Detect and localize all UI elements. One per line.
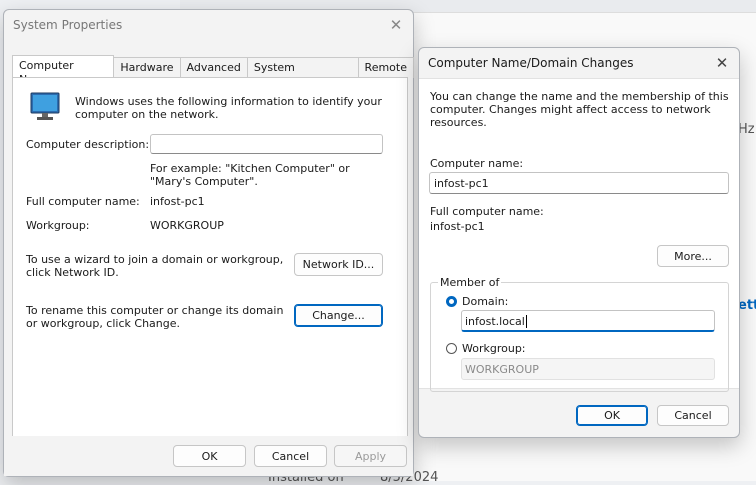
window-title: System Properties — [13, 18, 123, 32]
apply-button: Apply — [334, 445, 407, 467]
workgroup-label: Workgroup: — [462, 342, 526, 355]
rename-text: To rename this computer or change its do… — [26, 304, 284, 330]
tab-system-protection[interactable]: System Protection — [246, 57, 359, 88]
background-hz-text: Hz — [738, 122, 755, 137]
full-name-label: Full computer name: — [26, 195, 140, 208]
domain-input[interactable]: infost.local — [461, 310, 715, 332]
workgroup-label: Workgroup: — [26, 219, 90, 232]
close-button[interactable]: ✕ — [385, 14, 407, 36]
ok-button[interactable]: OK — [576, 405, 648, 426]
wizard-text: To use a wizard to join a domain or work… — [26, 253, 284, 279]
tab-advanced[interactable]: Advanced — [179, 57, 248, 78]
dialog-footer: OK Cancel Apply — [4, 436, 413, 476]
computer-name-label: Computer name: — [430, 157, 524, 170]
workgroup-radio[interactable] — [446, 343, 457, 354]
domain-radio[interactable] — [446, 296, 457, 307]
full-name-value: infost-pc1 — [430, 220, 485, 233]
cancel-button[interactable]: Cancel — [657, 405, 729, 426]
workgroup-value: WORKGROUP — [150, 219, 224, 232]
computer-name-panel: Windows uses the following information t… — [12, 77, 408, 442]
system-properties-window: System Properties ✕ Computer Name Hardwa… — [3, 9, 414, 477]
example-text: For example: "Kitchen Computer" or "Mary… — [150, 162, 350, 188]
computer-description-input[interactable] — [150, 134, 383, 154]
cancel-button[interactable]: Cancel — [254, 445, 327, 467]
ok-button[interactable]: OK — [173, 445, 246, 467]
tab-computer-name[interactable]: Computer Name — [12, 55, 115, 86]
background-link-fragment[interactable]: etti — [738, 298, 756, 313]
full-name-value: infost-pc1 — [150, 195, 205, 208]
more-button[interactable]: More... — [657, 245, 729, 267]
changes-intro-text: You can change the name and the membersh… — [430, 90, 729, 129]
tab-remote[interactable]: Remote — [357, 57, 414, 78]
domain-label: Domain: — [462, 295, 509, 308]
full-name-label: Full computer name: — [430, 205, 544, 218]
domain-changes-titlebar: Computer Name/Domain Changes — [419, 48, 739, 78]
member-of-label: Member of — [438, 276, 502, 289]
change-button[interactable]: Change... — [294, 304, 383, 327]
domain-changes-window: Computer Name/Domain Changes ✕ You can c… — [418, 47, 740, 438]
text-cursor — [525, 315, 527, 328]
system-properties-titlebar: System Properties — [4, 10, 413, 40]
network-id-button[interactable]: Network ID... — [294, 253, 383, 276]
workgroup-input: WORKGROUP — [461, 358, 715, 380]
tab-hardware[interactable]: Hardware — [113, 57, 181, 78]
description-label: Computer description: — [26, 138, 150, 151]
window-title: Computer Name/Domain Changes — [428, 56, 634, 70]
computer-name-input[interactable]: infost-pc1 — [429, 172, 729, 194]
intro-text: Windows uses the following information t… — [75, 95, 382, 121]
close-button[interactable]: ✕ — [711, 52, 733, 74]
computer-monitor-icon — [29, 92, 61, 122]
